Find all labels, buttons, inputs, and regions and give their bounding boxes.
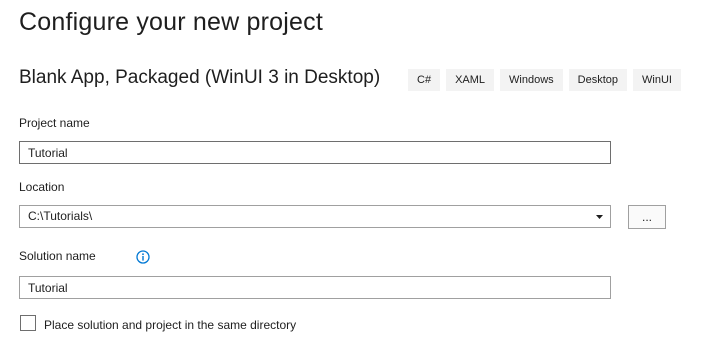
tag-csharp: C# xyxy=(408,69,441,91)
project-name-label: Project name xyxy=(19,116,90,130)
location-combobox[interactable]: C:\Tutorials\ xyxy=(19,205,611,228)
tag-windows: Windows xyxy=(500,69,563,91)
tag-xaml: XAML xyxy=(446,69,495,91)
tag-winui: WinUI xyxy=(633,69,681,91)
tag-desktop: Desktop xyxy=(568,69,628,91)
same-directory-checkbox[interactable] xyxy=(20,315,36,331)
location-label: Location xyxy=(19,180,65,194)
same-directory-label[interactable]: Place solution and project in the same d… xyxy=(44,318,296,332)
page-title: Configure your new project xyxy=(19,8,323,36)
browse-location-button[interactable]: ... xyxy=(628,205,666,229)
solution-name-input[interactable] xyxy=(19,276,611,299)
solution-name-label: Solution name xyxy=(19,249,96,263)
location-value: C:\Tutorials\ xyxy=(28,209,93,223)
info-circle-icon[interactable] xyxy=(136,250,150,264)
dropdown-arrow-icon[interactable] xyxy=(594,206,604,227)
template-tags: C# XAML Windows Desktop WinUI xyxy=(408,69,681,91)
template-name: Blank App, Packaged (WinUI 3 in Desktop) xyxy=(19,67,381,88)
project-name-input[interactable] xyxy=(19,141,611,164)
configure-project-page: Configure your new project Blank App, Pa… xyxy=(0,0,722,338)
